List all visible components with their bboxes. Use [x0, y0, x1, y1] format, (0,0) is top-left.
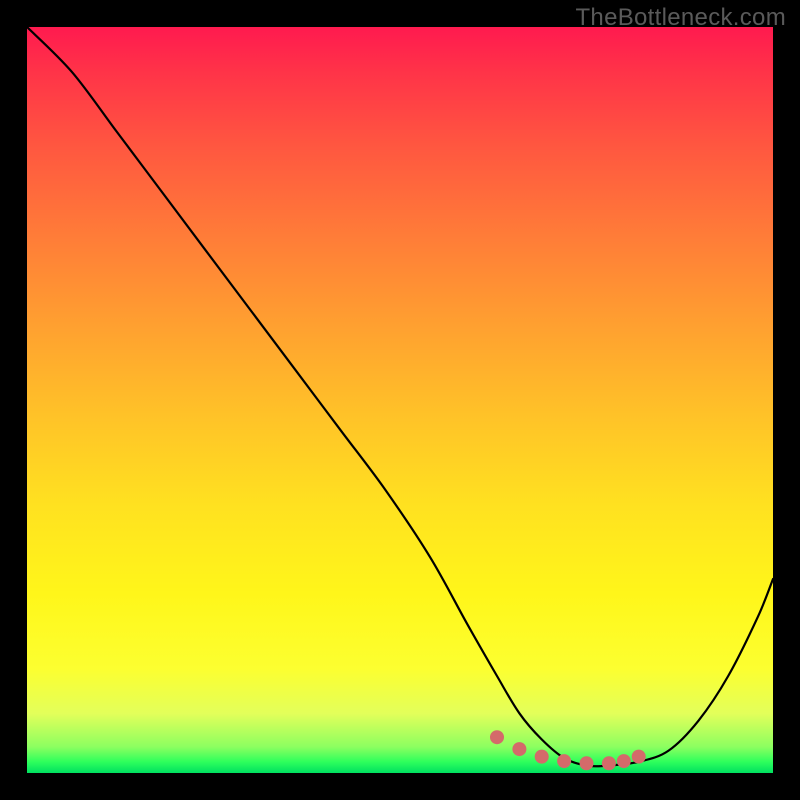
gradient-plot-area — [27, 27, 773, 773]
watermark-text: TheBottleneck.com — [575, 4, 786, 32]
